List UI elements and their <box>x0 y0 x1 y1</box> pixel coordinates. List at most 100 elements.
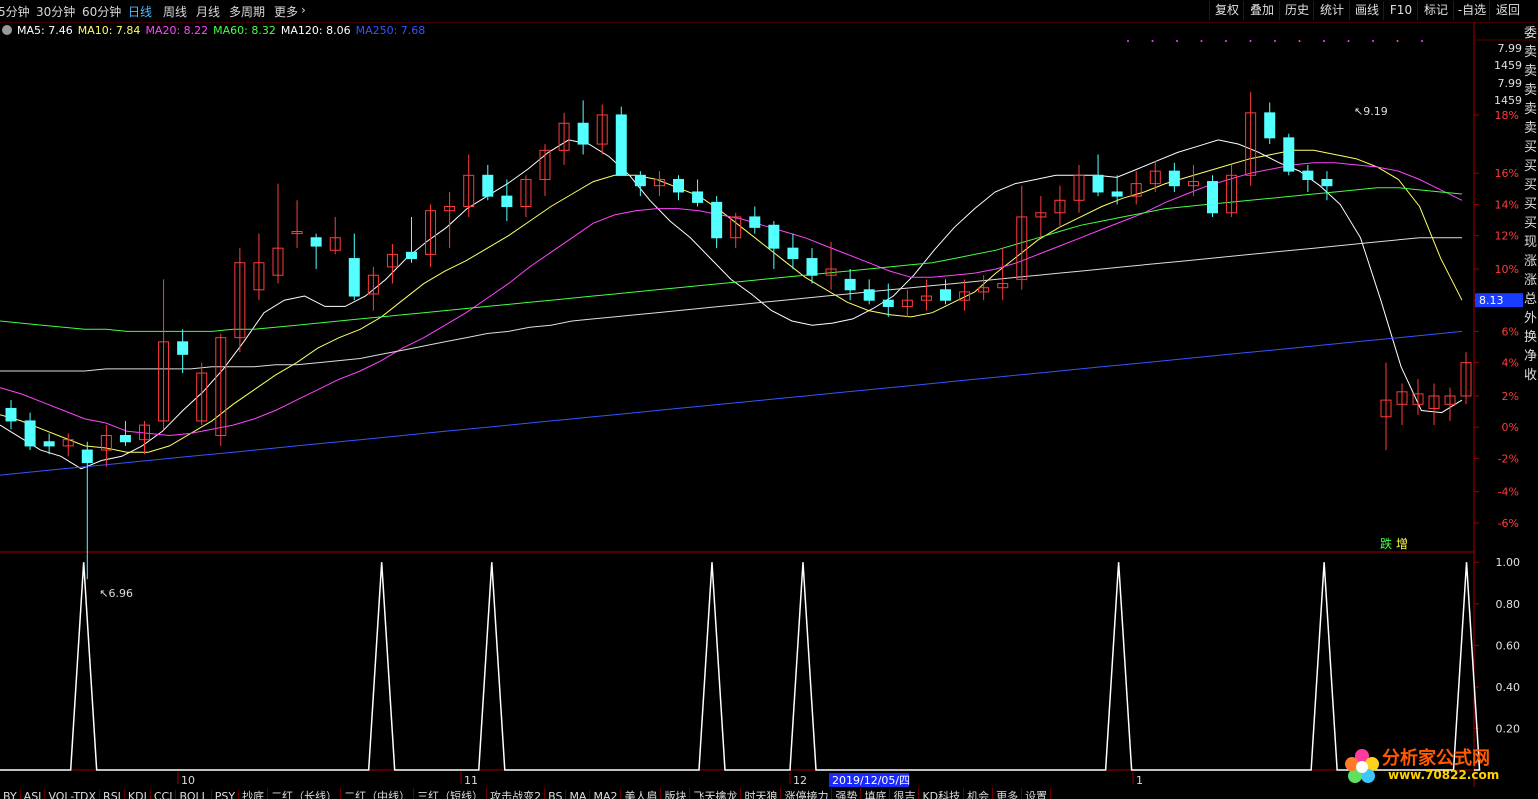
indicator-tab[interactable]: 设置 <box>1022 788 1052 799</box>
y-tick-label: 6% <box>1502 325 1519 338</box>
indicator-tab[interactable]: VOL-TDX <box>45 790 101 799</box>
indicator-tab[interactable]: MA <box>566 790 591 799</box>
candle-down <box>43 441 55 447</box>
indicator-tab[interactable]: KDJ <box>125 790 151 799</box>
signal-dot <box>1225 40 1227 42</box>
y-axis-right: 18%16%14%12%10%8%6%4%2%0%-2%-4%-6%7.9914… <box>1474 42 1523 530</box>
candle-down <box>406 251 417 260</box>
x-tick-label: 1 <box>1136 774 1143 787</box>
candle-down <box>1321 178 1333 187</box>
y-tick-label: 16% <box>1495 167 1519 180</box>
signal-dot <box>1127 40 1129 42</box>
quote-panel-label: 现 <box>1524 235 1538 250</box>
candle-down <box>634 174 646 187</box>
quote-panel-label: 外 <box>1524 311 1538 326</box>
indicator-line <box>0 562 1481 771</box>
indicator-tab[interactable]: BOLL <box>176 790 212 799</box>
quote-panel-label: 委 <box>1524 26 1538 41</box>
y-tick-label: 4% <box>1502 357 1519 370</box>
indicator-tab[interactable]: KD科技 <box>919 788 965 799</box>
signal-dot <box>1347 40 1350 42</box>
y-tick-label: -4% <box>1498 486 1519 499</box>
indicator-tab[interactable]: 抄底 <box>239 788 269 799</box>
candle-down <box>844 278 856 291</box>
indicator-tab[interactable]: MA2 <box>590 790 622 799</box>
y-tick-label: 18% <box>1495 109 1519 122</box>
indicator-tab[interactable]: 强势 <box>832 788 862 799</box>
signal-dot <box>1176 40 1178 42</box>
indicator-panel: 1.00 0.80 0.60 0.40 0.20 <box>0 556 1521 771</box>
annotations: ↖9.19 ↖6.96 跌增 <box>99 40 1423 600</box>
quote-panel-label: 买 <box>1524 178 1538 193</box>
indicator-tab[interactable]: 很吉 <box>890 788 920 799</box>
indicator-tab[interactable]: 二红（长线） <box>268 788 342 799</box>
quote-value: 7.99 <box>1498 77 1523 90</box>
price-chart[interactable]: 18%16%14%12%10%8%6%4%2%0%-2%-4%-6%7.9914… <box>0 0 1538 799</box>
watermark-title: 分析家公式网 <box>1382 748 1490 769</box>
candle-down <box>1283 137 1295 172</box>
indicator-tab[interactable]: 二红（中线） <box>341 788 415 799</box>
candle-down <box>81 449 93 464</box>
chart-frame <box>0 22 1538 787</box>
ma-line-ma5 <box>0 139 1463 470</box>
quote-panel-label: 涨 <box>1524 273 1538 288</box>
indicator-tab[interactable]: 机会 <box>964 788 994 799</box>
indicator-tabs: BY ASI VOL-TDX RSI KDJ CCI BOLL PSY 抄底 二红（长线） 二红（中… <box>0 788 1538 799</box>
watermark-url: www.70822.com <box>1388 768 1500 782</box>
candle-down <box>940 289 951 301</box>
indicator-tab[interactable]: BY <box>0 790 21 799</box>
indicator-tab[interactable]: PSY <box>212 790 240 799</box>
current-price-label: 8.13 <box>1479 294 1504 307</box>
candle-down <box>692 191 704 203</box>
candle-down <box>348 258 360 297</box>
indicator-tab[interactable]: 三红（短线） <box>414 788 488 799</box>
y-tick-label: 12% <box>1495 230 1519 243</box>
quote-panel-label: 买 <box>1524 159 1538 174</box>
indicator-tab[interactable]: BS <box>545 790 567 799</box>
y-tick-label: 0% <box>1502 421 1519 434</box>
indicator-tab[interactable]: 飞天擒龙 <box>690 788 742 799</box>
candle-down <box>310 237 322 247</box>
signal-dot <box>1274 40 1276 42</box>
indicator-tab[interactable]: 填底 <box>861 788 891 799</box>
candle-down <box>882 299 894 307</box>
quote-panel-label: 买 <box>1524 197 1538 212</box>
indicator-tick-label: 1.00 <box>1496 556 1521 569</box>
ma-line-ma120 <box>0 237 1462 372</box>
y-tick-label: 10% <box>1495 263 1519 276</box>
quote-panel-label: 买 <box>1524 216 1538 231</box>
cursor-date-label: 2019/12/05/四 <box>832 774 910 787</box>
indicator-tab[interactable]: 更多 <box>993 788 1023 799</box>
candlesticks <box>5 92 1472 580</box>
signal-dot <box>1151 40 1154 42</box>
indicator-tab[interactable]: 时天狼 <box>741 788 782 799</box>
candle-down <box>749 216 761 228</box>
candle-down <box>1302 170 1314 180</box>
indicator-tab[interactable]: RSI <box>100 790 125 799</box>
indicator-tab[interactable]: 攻击战变2 <box>487 788 546 799</box>
quote-panel-label: 卖 <box>1524 64 1538 79</box>
quote-panel-label: 涨 <box>1524 254 1538 269</box>
quote-panel-label: 卖 <box>1524 45 1538 60</box>
quote-panel-label: 买 <box>1524 140 1538 155</box>
indicator-tab[interactable]: 版块 <box>661 788 691 799</box>
signal-dot <box>1200 40 1203 42</box>
quote-panel-label: 净 <box>1524 349 1538 364</box>
candle-down <box>787 247 799 260</box>
indicator-tab[interactable]: ASI <box>21 790 46 799</box>
y-tick-label: 2% <box>1502 390 1519 403</box>
price-annotation: ↖9.19 <box>1354 105 1388 118</box>
quote-panel-label: 卖 <box>1524 83 1538 98</box>
signal-label-fall: 跌 <box>1380 536 1392 551</box>
price-annotation: ↖6.96 <box>99 587 133 600</box>
indicator-tab[interactable]: 美人肩 <box>621 788 662 799</box>
quote-value: 1459 <box>1494 94 1522 107</box>
indicator-tab[interactable]: CCI <box>151 790 177 799</box>
candle-down <box>806 258 818 276</box>
candle-down <box>863 289 875 301</box>
y-tick-label: 14% <box>1495 198 1519 211</box>
indicator-tick-label: 0.40 <box>1496 681 1521 694</box>
ma-line-ma20 <box>0 162 1463 437</box>
watermark: 分析家公式网 www.70822.com <box>1340 740 1538 790</box>
indicator-tab[interactable]: 涨停接力 <box>781 788 833 799</box>
